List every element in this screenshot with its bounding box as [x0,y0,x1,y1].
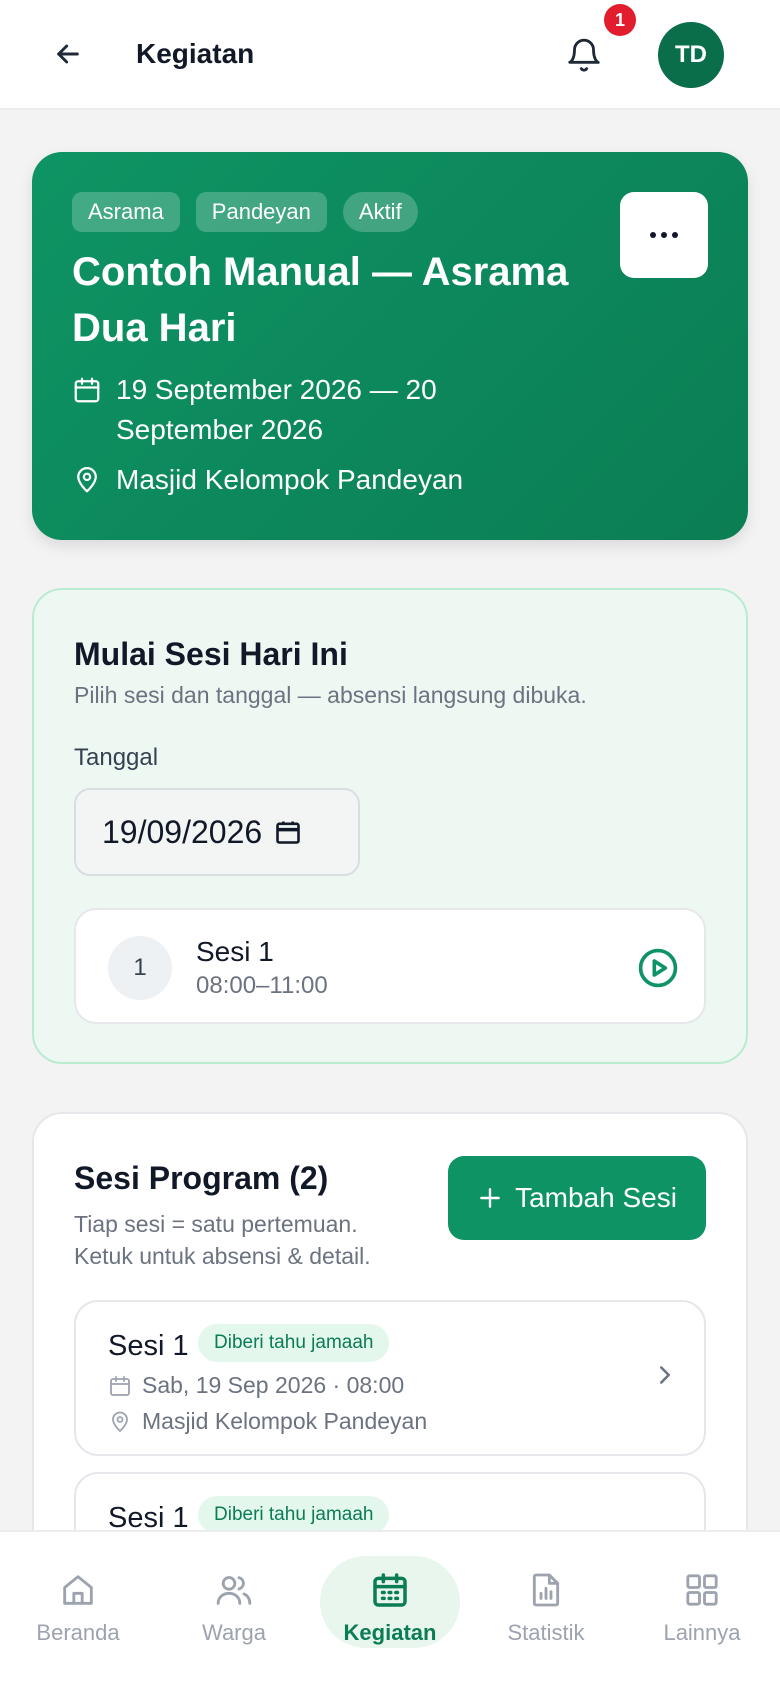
top-bar: Kegiatan 1 TD [0,0,780,110]
activity-location-row: Masjid Kelompok Pandeyan [72,460,463,500]
date-label: Tanggal [74,744,159,771]
grid-icon [686,1574,718,1606]
session-name: Sesi 1 [196,936,274,967]
program-sessions-subtitle: Tiap sesi = satu pertemuan. Ketuk untuk … [74,1211,371,1269]
activity-date-row: 19 September 2026 — 20 September 2026 [72,370,492,450]
back-button[interactable] [44,30,92,78]
avatar[interactable]: TD [658,22,724,88]
nav-label: Lainnya [663,1620,741,1645]
start-session-subtitle: Pilih sesi dan tanggal — absensi langsun… [74,682,587,708]
session-item-name: Sesi 1 [108,1330,189,1362]
activity-location: Masjid Kelompok Pandeyan [116,464,464,495]
start-session-card: Mulai Sesi Hari Ini Pilih sesi dan tangg… [32,588,748,1064]
more-dot-icon [661,232,667,238]
more-dot-icon [650,232,656,238]
activity-title: Contoh Manual — Asrama Dua Hari [72,250,569,350]
add-session-button[interactable]: Tambah Sesi [448,1156,706,1240]
session-status-badge: Diberi tahu jamaah [198,1496,390,1534]
nav-item-statistik[interactable]: Statistik [468,1532,624,1688]
session-option[interactable]: 1 Sesi 1 08:00–11:00 [74,908,706,1024]
bottom-navigation: Beranda Warga Kegiatan Statistik Lainnya [0,1530,780,1688]
date-input-value: 19/09/2026 [102,813,263,850]
start-session-title: Mulai Sesi Hari Ini [74,636,348,672]
chevron-right-icon [660,1366,670,1384]
session-number: 1 [108,936,172,1000]
nav-label: Kegiatan [343,1620,437,1645]
session-location-row: Masjid Kelompok Pandeyan [108,1408,427,1435]
chart-icon [532,1573,560,1607]
activity-hero-card: Asrama Pandeyan Aktif Contoh Manual — As… [32,152,748,540]
calendar-icon [373,1573,407,1607]
tag-group: Pandeyan [195,192,327,232]
tag-status: Aktif [342,192,418,232]
session-location: Masjid Kelompok Pandeyan [142,1408,428,1434]
nav-label: Warga [202,1620,266,1645]
more-dot-icon [672,232,678,238]
more-options-button[interactable] [620,192,708,278]
calendar-icon [110,1375,130,1396]
bell-icon [568,38,600,72]
program-sessions-title: Sesi Program (2) [74,1160,329,1196]
session-datetime-row: Sab, 19 Sep 2026 · 08:00 [108,1372,404,1399]
calendar-icon [72,370,102,410]
calendar-picker-icon[interactable] [274,818,302,846]
nav-item-kegiatan[interactable]: Kegiatan [312,1532,468,1688]
nav-item-lainnya[interactable]: Lainnya [624,1532,780,1688]
session-status-badge: Diberi tahu jamaah [198,1324,390,1362]
arrow-left-icon [57,44,79,64]
session-list-item[interactable]: Sesi 1 Diberi tahu jamaah Sab, 19 Sep 20… [74,1300,706,1456]
add-session-label: Tambah Sesi [515,1182,677,1213]
notification-count-badge: 1 [604,4,636,36]
session-time: 08:00–11:00 [196,972,328,999]
play-circle-icon[interactable] [636,946,680,990]
plus-icon [480,1188,500,1208]
nav-label: Beranda [36,1620,120,1645]
map-pin-icon [112,1411,128,1432]
activity-date-range: 19 September 2026 — 20 September 2026 [116,374,437,445]
map-pin-icon [72,460,102,500]
session-datetime: Sab, 19 Sep 2026 · 08:00 [142,1372,405,1398]
home-icon [63,1575,93,1605]
page-title: Kegiatan [136,38,255,69]
activity-tags: Asrama Pandeyan Aktif [72,192,418,232]
nav-label: Statistik [507,1620,585,1645]
notifications-button[interactable] [558,30,610,82]
nav-item-warga[interactable]: Warga [156,1532,312,1688]
users-icon [216,1576,252,1605]
date-input[interactable]: 19/09/2026 [74,788,360,876]
tag-type: Asrama [72,192,180,232]
nav-item-beranda[interactable]: Beranda [0,1532,156,1688]
